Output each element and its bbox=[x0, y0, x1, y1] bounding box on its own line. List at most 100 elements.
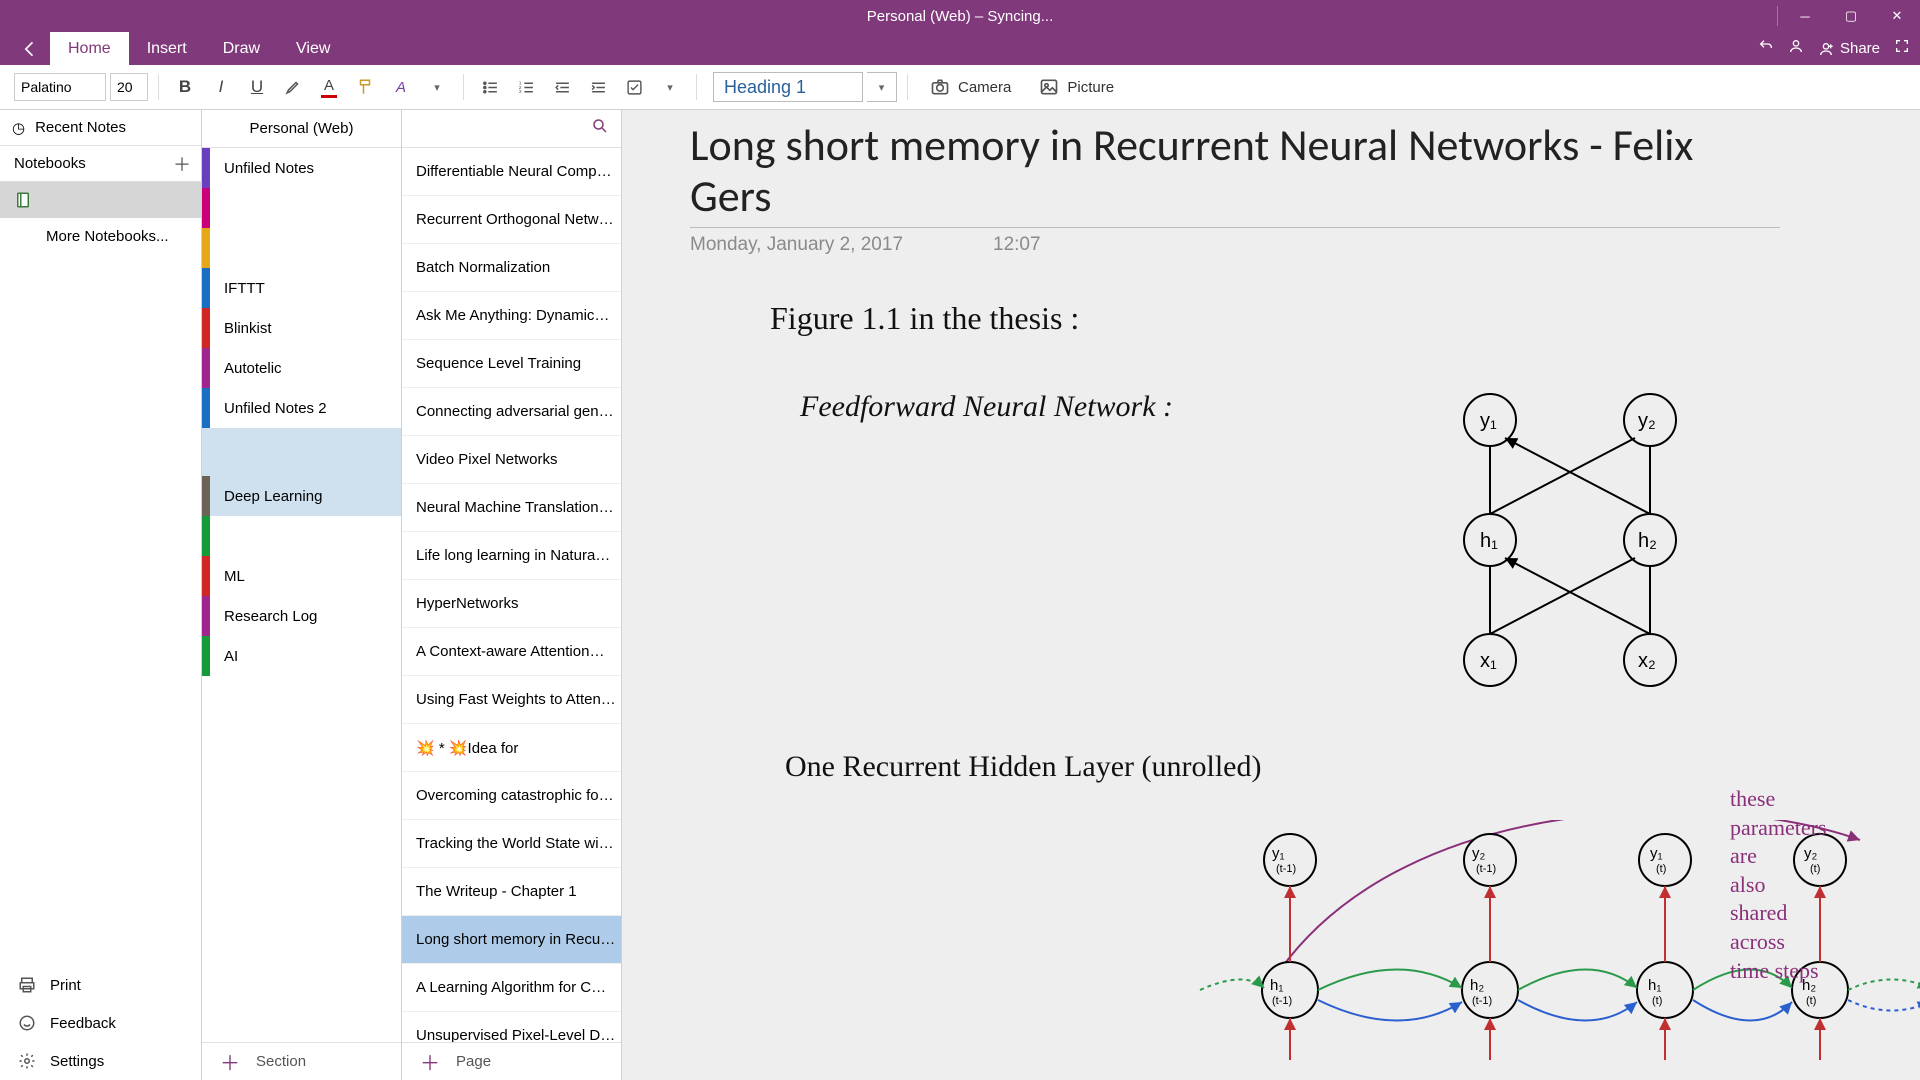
window-title: Personal (Web) – Syncing... bbox=[867, 8, 1053, 25]
page-item[interactable]: Neural Machine Translation… bbox=[402, 484, 621, 532]
svg-text:(t): (t) bbox=[1806, 995, 1816, 1007]
page-item[interactable]: A Context-aware Attention… bbox=[402, 628, 621, 676]
section-color-bar bbox=[202, 268, 210, 308]
titlebar-divider bbox=[1777, 6, 1778, 26]
section-item[interactable]: Blinkist bbox=[202, 308, 401, 348]
section-color-bar bbox=[202, 228, 210, 268]
font-size-select[interactable]: 20 bbox=[110, 73, 148, 101]
section-spacer bbox=[202, 428, 401, 476]
section-label: Research Log bbox=[224, 608, 317, 625]
close-button[interactable]: ✕ bbox=[1874, 0, 1920, 32]
section-label: Autotelic bbox=[224, 360, 282, 377]
page-item[interactable]: Ask Me Anything: Dynamic… bbox=[402, 292, 621, 340]
page-item[interactable]: Video Pixel Networks bbox=[402, 436, 621, 484]
section-item[interactable]: Autotelic bbox=[202, 348, 401, 388]
svg-text:x₂: x₂ bbox=[1638, 650, 1656, 672]
page-item[interactable]: Differentiable Neural Comp… bbox=[402, 148, 621, 196]
handwriting-line-3: One Recurrent Hidden Layer (unrolled) bbox=[785, 750, 1261, 784]
pages-pane: Differentiable Neural Comp…Recurrent Ort… bbox=[402, 110, 622, 1080]
highlight-button[interactable] bbox=[277, 71, 309, 103]
gear-icon bbox=[18, 1052, 36, 1070]
section-color-bar bbox=[202, 476, 210, 516]
note-title[interactable]: Long short memory in Recurrent Neural Ne… bbox=[690, 120, 1780, 228]
page-item[interactable]: Sequence Level Training bbox=[402, 340, 621, 388]
section-item[interactable]: Unfiled Notes bbox=[202, 148, 401, 188]
svg-text:x₁: x₁ bbox=[1480, 650, 1497, 672]
style-select-dropdown[interactable]: ▾ bbox=[867, 72, 897, 102]
svg-text:(t-1): (t-1) bbox=[1476, 863, 1496, 875]
section-item[interactable]: AI bbox=[202, 636, 401, 676]
tab-draw[interactable]: Draw bbox=[205, 32, 278, 65]
search-icon[interactable] bbox=[591, 117, 609, 140]
page-item[interactable]: Life long learning in Natura… bbox=[402, 532, 621, 580]
print-button[interactable]: Print bbox=[0, 966, 201, 1004]
bold-button[interactable]: B bbox=[169, 71, 201, 103]
section-item[interactable]: IFTTT bbox=[202, 268, 401, 308]
more-format-dropdown[interactable]: ▾ bbox=[421, 71, 453, 103]
svg-text:y₁: y₁ bbox=[1272, 845, 1285, 862]
section-item[interactable]: Unfiled Notes 2 bbox=[202, 388, 401, 428]
page-item[interactable]: The Writeup - Chapter 1 bbox=[402, 868, 621, 916]
bullet-list-button[interactable] bbox=[474, 71, 506, 103]
format-painter-button[interactable] bbox=[349, 71, 381, 103]
tab-insert[interactable]: Insert bbox=[129, 32, 205, 65]
section-item[interactable]: Research Log bbox=[202, 596, 401, 636]
clear-format-button[interactable]: A bbox=[385, 71, 417, 103]
section-label: ML bbox=[224, 568, 245, 585]
page-item[interactable]: Connecting adversarial gen… bbox=[402, 388, 621, 436]
current-notebook[interactable] bbox=[0, 182, 201, 218]
number-list-button[interactable]: 123 bbox=[510, 71, 542, 103]
handwriting-line-1: Figure 1.1 in the thesis : bbox=[770, 300, 1079, 337]
fullscreen-button[interactable] bbox=[1894, 38, 1910, 59]
feedback-button[interactable]: Feedback bbox=[0, 1004, 201, 1042]
underline-button[interactable]: U bbox=[241, 71, 273, 103]
outdent-button[interactable] bbox=[546, 71, 578, 103]
back-button[interactable] bbox=[10, 32, 50, 65]
page-item[interactable]: 💥 * 💥Idea for bbox=[402, 724, 621, 772]
section-item[interactable] bbox=[202, 516, 401, 556]
section-label: Unfiled Notes 2 bbox=[224, 400, 327, 417]
page-item[interactable]: Tracking the World State wi… bbox=[402, 820, 621, 868]
page-item[interactable]: A Learning Algorithm for C… bbox=[402, 964, 621, 1012]
italic-button[interactable]: I bbox=[205, 71, 237, 103]
page-item[interactable]: HyperNetworks bbox=[402, 580, 621, 628]
undo-button[interactable] bbox=[1758, 38, 1774, 59]
add-section-button[interactable]: ＋ Section bbox=[202, 1042, 401, 1080]
svg-text:y₂: y₂ bbox=[1472, 845, 1486, 862]
style-select[interactable]: Heading 1 bbox=[713, 72, 863, 102]
section-item[interactable]: ML bbox=[202, 556, 401, 596]
font-name-select[interactable]: Palatino bbox=[14, 73, 106, 101]
section-item[interactable]: Deep Learning bbox=[202, 476, 401, 516]
more-notebooks-link[interactable]: More Notebooks... bbox=[0, 218, 201, 255]
pages-header bbox=[402, 110, 621, 148]
camera-button[interactable]: Camera bbox=[918, 77, 1023, 97]
page-item[interactable]: Long short memory in Recu… bbox=[402, 916, 621, 964]
maximize-button[interactable]: ▢ bbox=[1828, 0, 1874, 32]
settings-button[interactable]: Settings bbox=[0, 1042, 201, 1080]
todo-button[interactable] bbox=[618, 71, 650, 103]
share-button[interactable]: Share bbox=[1818, 40, 1880, 57]
account-icon[interactable] bbox=[1788, 38, 1804, 59]
page-item[interactable]: Unsupervised Pixel-Level D… bbox=[402, 1012, 621, 1042]
section-item[interactable] bbox=[202, 188, 401, 228]
page-item[interactable]: Overcoming catastrophic fo… bbox=[402, 772, 621, 820]
section-item[interactable] bbox=[202, 228, 401, 268]
font-color-button[interactable]: A bbox=[313, 71, 345, 103]
tab-view[interactable]: View bbox=[278, 32, 348, 65]
minimize-button[interactable]: ─ bbox=[1782, 0, 1828, 32]
indent-button[interactable] bbox=[582, 71, 614, 103]
page-item[interactable]: Recurrent Orthogonal Netw… bbox=[402, 196, 621, 244]
recent-notes-button[interactable]: ◷ Recent Notes bbox=[0, 110, 201, 146]
add-page-button[interactable]: ＋ Page bbox=[402, 1042, 621, 1080]
svg-text:y₁: y₁ bbox=[1480, 410, 1497, 432]
add-notebook-icon[interactable]: ＋ bbox=[173, 151, 191, 177]
format-toolbar: Palatino 20 B I U A A ▾ 123 ▾ Heading 1 … bbox=[0, 65, 1920, 110]
picture-button[interactable]: Picture bbox=[1027, 77, 1126, 97]
page-item[interactable]: Using Fast Weights to Atten… bbox=[402, 676, 621, 724]
page-item[interactable]: Batch Normalization bbox=[402, 244, 621, 292]
note-canvas[interactable]: Long short memory in Recurrent Neural Ne… bbox=[622, 110, 1920, 1080]
section-color-bar bbox=[202, 388, 210, 428]
notebooks-header[interactable]: Notebooks ＋ bbox=[0, 146, 201, 182]
tab-home[interactable]: Home bbox=[50, 32, 129, 65]
more-para-dropdown[interactable]: ▾ bbox=[654, 71, 686, 103]
